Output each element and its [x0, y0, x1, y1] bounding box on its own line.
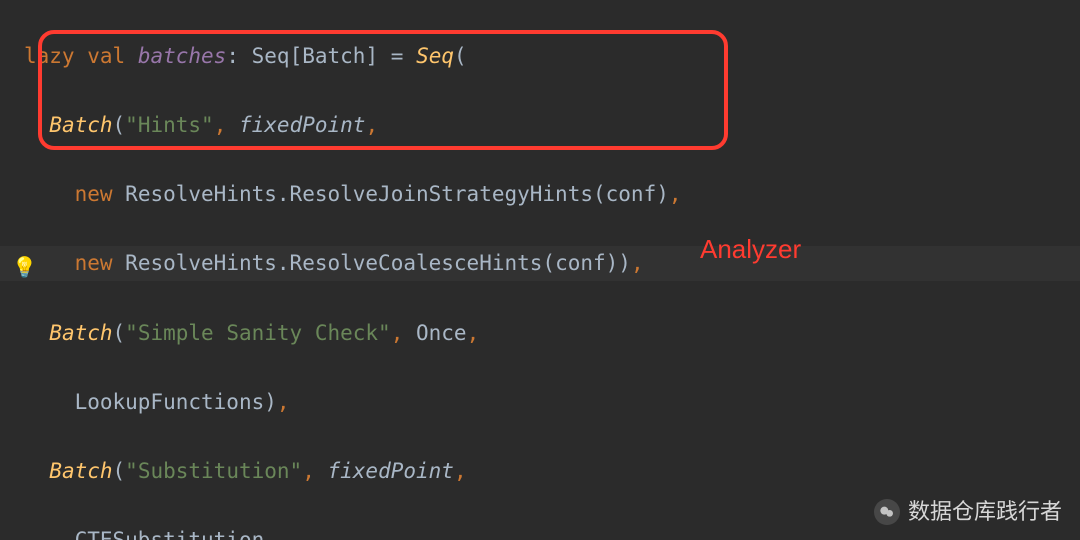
- comma: ,: [365, 113, 378, 137]
- str-simple: "Simple Sanity Check": [125, 321, 391, 345]
- code-block[interactable]: lazy val batches: Seq[Batch] = Seq( Batc…: [24, 4, 1080, 540]
- keyword-new: new: [75, 182, 113, 206]
- type-batch: Batch: [302, 44, 365, 68]
- arg-fixedpoint: fixedPoint: [328, 459, 454, 483]
- arg-conf: conf: [555, 251, 606, 275]
- keyword-lazy: lazy: [24, 44, 75, 68]
- comma: ,: [391, 321, 404, 345]
- dot: .: [277, 182, 290, 206]
- str-hints: "Hints": [125, 113, 214, 137]
- arg-once: Once: [416, 321, 467, 345]
- comma: ,: [467, 321, 480, 345]
- comma: ,: [214, 113, 227, 137]
- call-batch: Batch: [49, 321, 112, 345]
- rule-cte: CTESubstitution: [75, 528, 265, 540]
- val-name: batches: [138, 44, 227, 68]
- comma: ,: [669, 182, 682, 206]
- annotation-label: Analyzer: [700, 228, 801, 271]
- arg-conf: conf: [606, 182, 657, 206]
- call-seq: Seq: [416, 44, 454, 68]
- qual-resolvehints: ResolveHints: [125, 251, 277, 275]
- arg-fixedpoint: fixedPoint: [239, 113, 365, 137]
- qual-resolvehints: ResolveHints: [125, 182, 277, 206]
- watermark: 数据仓库践行者: [874, 494, 1062, 530]
- colon: :: [226, 44, 251, 68]
- keyword-new: new: [75, 251, 113, 275]
- intention-bulb-icon[interactable]: 💡: [12, 251, 37, 284]
- str-substitution: "Substitution": [125, 459, 302, 483]
- comma: ,: [277, 390, 290, 414]
- watermark-text: 数据仓库践行者: [908, 494, 1062, 530]
- call-batch: Batch: [49, 113, 112, 137]
- keyword-val: val: [87, 44, 125, 68]
- rule-lookup: LookupFunctions: [75, 390, 265, 414]
- comma: ,: [454, 459, 467, 483]
- type-seq: Seq: [252, 44, 290, 68]
- code-editor[interactable]: 💡 Analyzer lazy val batches: Seq[Batch] …: [0, 0, 1080, 540]
- class-rjsh: ResolveJoinStrategyHints: [290, 182, 593, 206]
- eq: =: [391, 44, 404, 68]
- comma: ,: [302, 459, 315, 483]
- lparen: (: [454, 44, 467, 68]
- dot: .: [277, 251, 290, 275]
- class-rch: ResolveCoalesceHints: [290, 251, 543, 275]
- comma: ,: [631, 251, 644, 275]
- wechat-icon: [874, 499, 900, 525]
- comma: ,: [264, 528, 277, 540]
- call-batch: Batch: [49, 459, 112, 483]
